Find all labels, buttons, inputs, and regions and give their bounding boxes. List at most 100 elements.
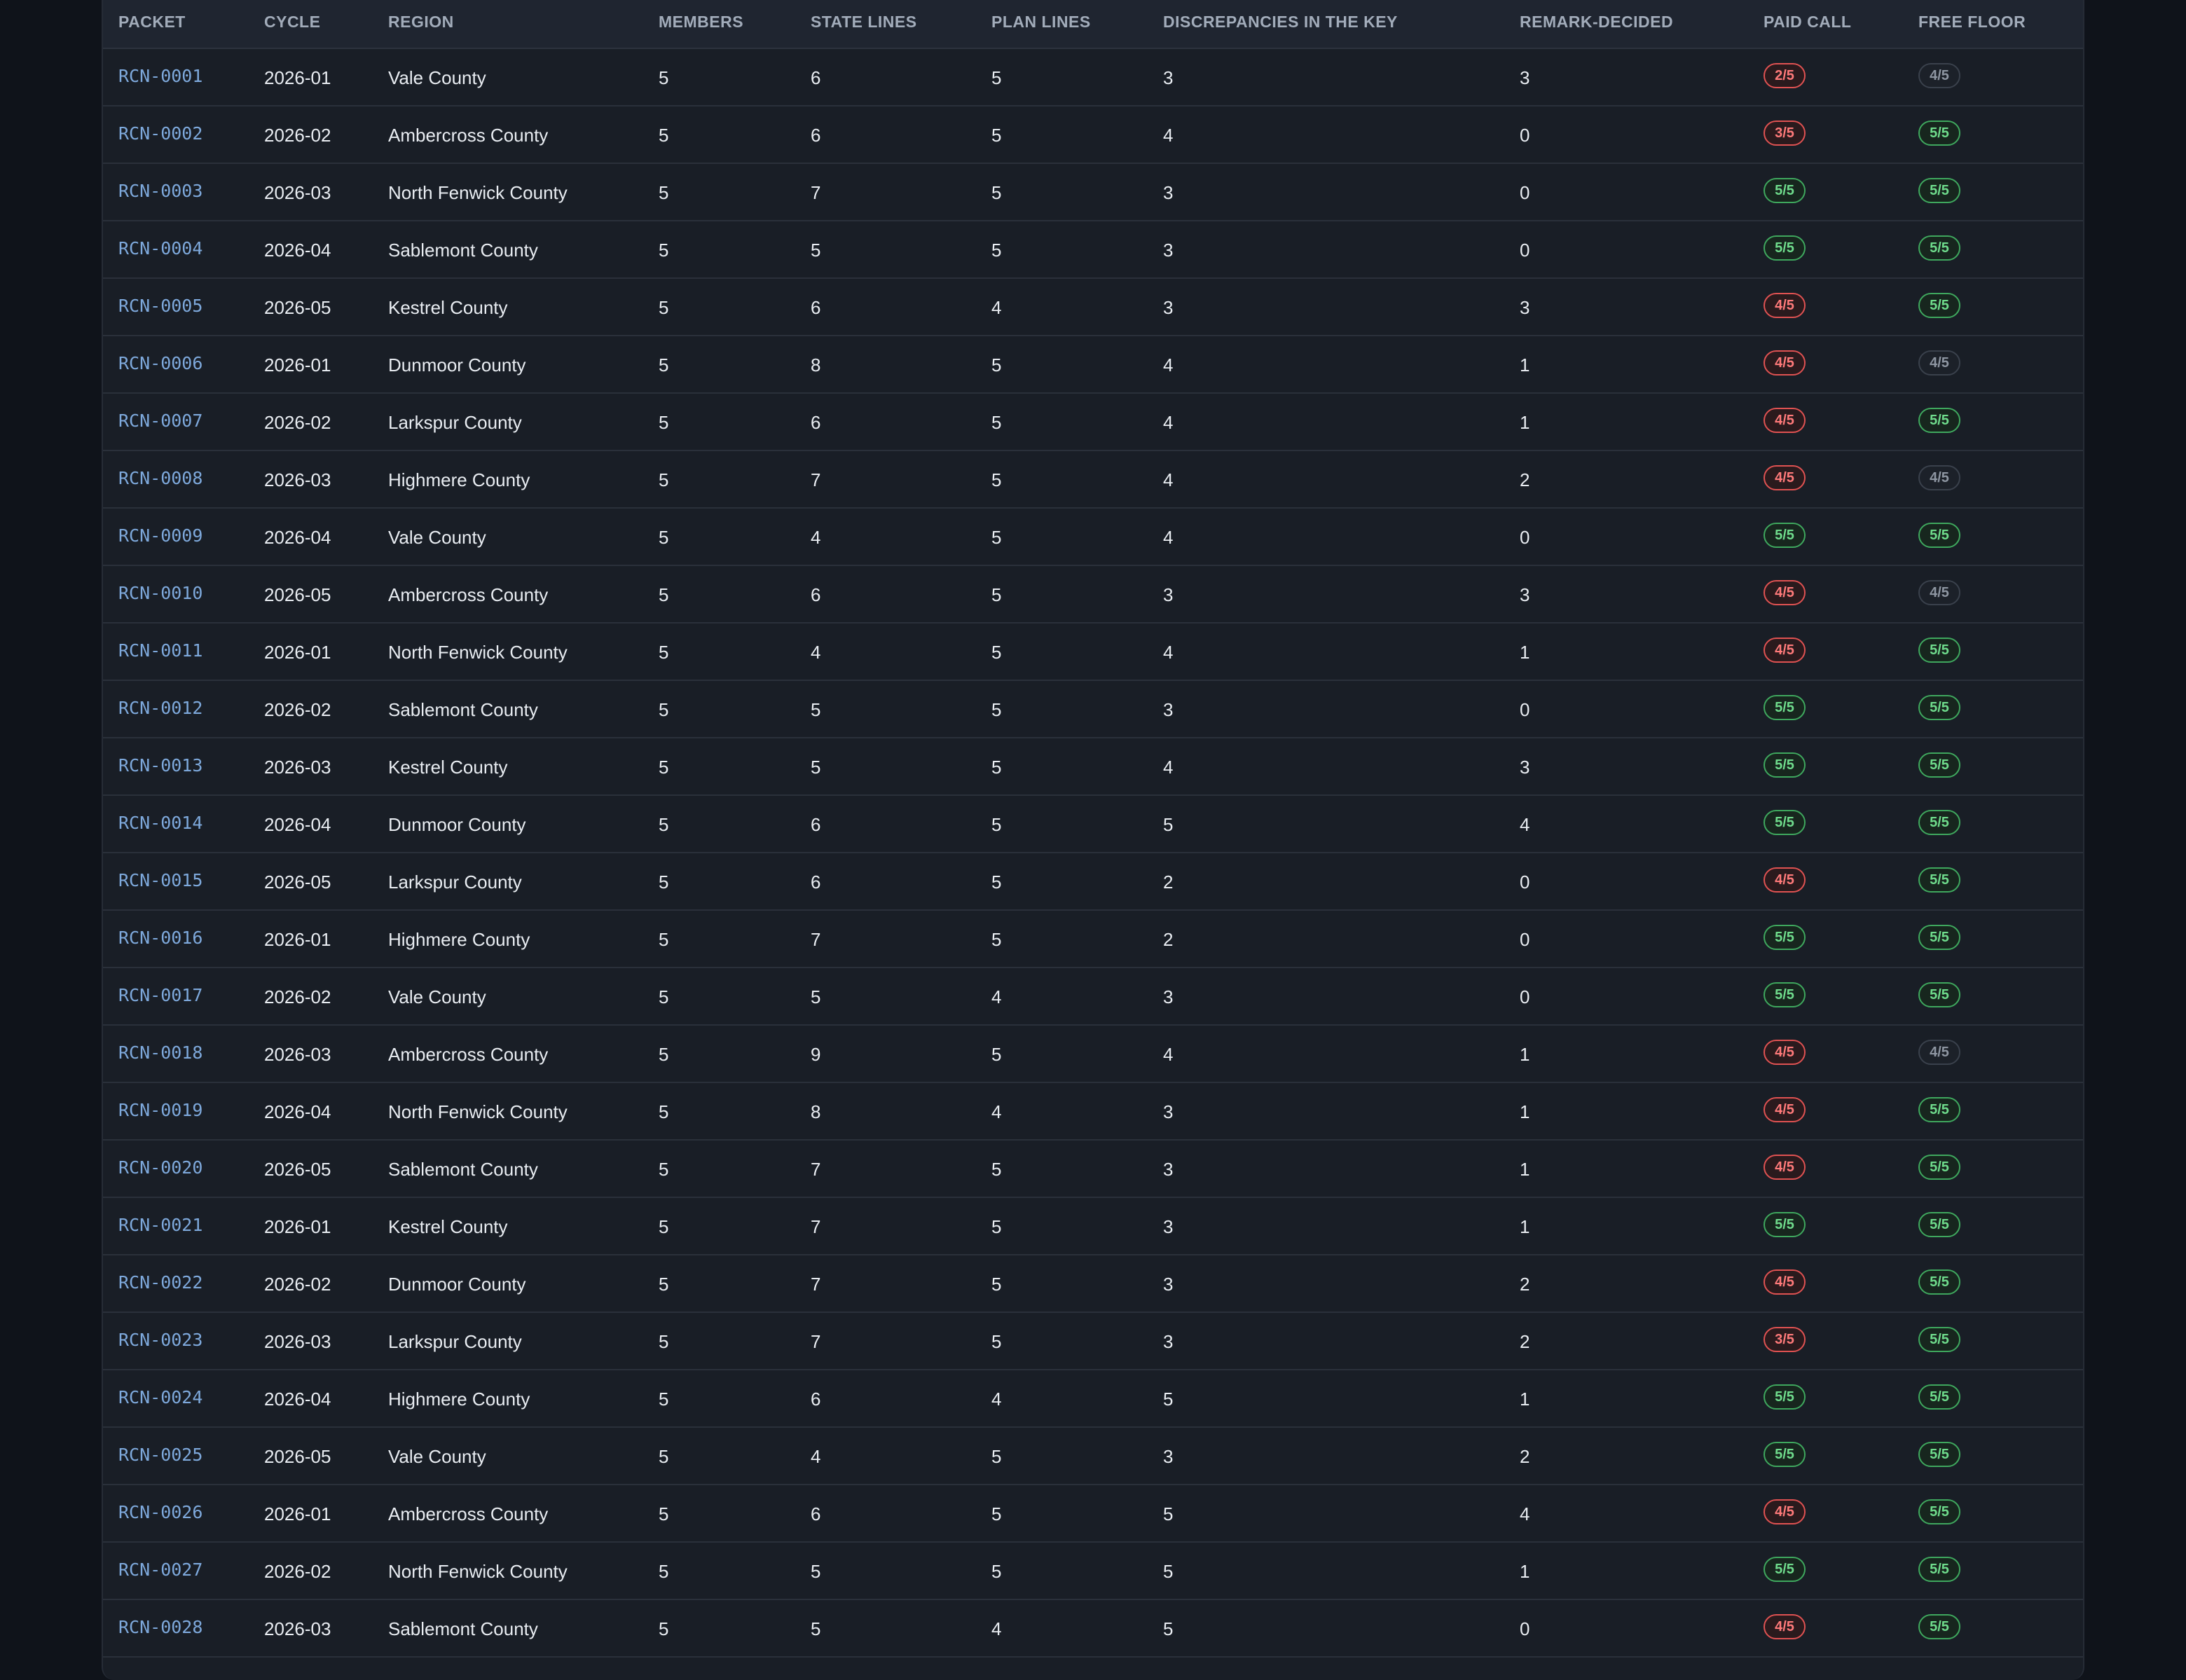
- table-row[interactable]: RCN-0009 2026-04 Vale County 5 4 5 4 0 5/5 5/5: [103, 507, 2083, 566]
- cell-plan-lines: 5: [991, 1561, 1002, 1582]
- table-row[interactable]: RCN-0019 2026-04 North Fenwick County 5 8 4 3 1…: [103, 1082, 2083, 1141]
- table-row[interactable]: RCN-0027 2026-02 North Fenwick County 5 5 5 5 1…: [103, 1541, 2083, 1600]
- table-row[interactable]: RCN-0017 2026-02 Vale County 5 5 4 3 0 5/5 5/5: [103, 967, 2083, 1026]
- packet-link[interactable]: RCN-0001: [118, 66, 202, 86]
- table-row[interactable]: RCN-0008 2026-03 Highmere County 5 7 5 4 2 4/5 4/…: [103, 450, 2083, 509]
- packet-link[interactable]: RCN-0024: [118, 1387, 202, 1407]
- cell-members: 5: [659, 1216, 669, 1237]
- table-row[interactable]: RCN-0023 2026-03 Larkspur County 5 7 5 3 2 3/5 5/…: [103, 1311, 2083, 1370]
- cell-region: North Fenwick County: [388, 642, 568, 663]
- table-row[interactable]: RCN-0001 2026-01 Vale County 5 6 5 3 3 2/5 4/5: [103, 48, 2083, 106]
- table-row[interactable]: RCN-0011 2026-01 North Fenwick County 5 4 5 4 1…: [103, 622, 2083, 681]
- table-row[interactable]: RCN-0007 2026-02 Larkspur County 5 6 5 4 1 4/5 5/…: [103, 392, 2083, 451]
- cell-state-lines: 6: [811, 297, 821, 318]
- packet-link[interactable]: RCN-0028: [118, 1617, 202, 1637]
- cell-cycle: 2026-03: [264, 1331, 331, 1352]
- table-row[interactable]: RCN-0022 2026-02 Dunmoor County 5 7 5 3 2 4/5 5/5: [103, 1254, 2083, 1313]
- packet-link[interactable]: RCN-0005: [118, 296, 202, 316]
- header-state-lines[interactable]: STATE LINES: [811, 13, 917, 32]
- table-row[interactable]: RCN-0026 2026-01 Ambercross County 5 6 5 5 4 4/5…: [103, 1484, 2083, 1543]
- cell-cycle: 2026-01: [264, 1503, 331, 1524]
- packet-link[interactable]: RCN-0015: [118, 870, 202, 890]
- packet-link[interactable]: RCN-0009: [118, 525, 202, 546]
- table-row[interactable]: RCN-0016 2026-01 Highmere County 5 7 5 2 0 5/5 5/…: [103, 909, 2083, 968]
- header-packet[interactable]: PACKET: [118, 13, 186, 32]
- table-row[interactable]: RCN-0002 2026-02 Ambercross County 5 6 5 4 0 3/5…: [103, 105, 2083, 164]
- cell-cycle: 2026-01: [264, 929, 331, 950]
- cell-remark-decided: 3: [1520, 757, 1530, 778]
- table-row[interactable]: RCN-0012 2026-02 Sablemont County 5 5 5 3 0 5/5 5…: [103, 680, 2083, 738]
- table-row[interactable]: RCN-0025 2026-05 Vale County 5 4 5 3 2 5/5 5/5: [103, 1426, 2083, 1485]
- packet-link[interactable]: RCN-0016: [118, 928, 202, 948]
- paid-call-badge: 5/5: [1764, 752, 1806, 778]
- packet-link[interactable]: RCN-0026: [118, 1502, 202, 1522]
- header-free-floor[interactable]: FREE FLOOR: [1918, 13, 2026, 32]
- header-discrepancies[interactable]: DISCREPANCIES IN THE KEY: [1163, 13, 1398, 32]
- packet-link[interactable]: RCN-0019: [118, 1100, 202, 1120]
- packet-link[interactable]: RCN-0007: [118, 411, 202, 431]
- paid-call-badge: 5/5: [1764, 1557, 1806, 1582]
- table-row[interactable]: RCN-0020 2026-05 Sablemont County 5 7 5 3 1 4/5 5…: [103, 1139, 2083, 1198]
- cell-region: Kestrel County: [388, 297, 508, 318]
- table-row[interactable]: RCN-0018 2026-03 Ambercross County 5 9 5 4 1 4/5…: [103, 1024, 2083, 1083]
- cell-cycle: 2026-04: [264, 814, 331, 835]
- table-row[interactable]: RCN-0004 2026-04 Sablemont County 5 5 5 3 0 5/5 5…: [103, 220, 2083, 279]
- packet-link[interactable]: RCN-0003: [118, 181, 202, 201]
- packet-link[interactable]: RCN-0006: [118, 353, 202, 373]
- header-remark-decided[interactable]: REMARK-DECIDED: [1520, 13, 1673, 32]
- table-row[interactable]: RCN-0024 2026-04 Highmere County 5 6 4 5 1 5/5 5/…: [103, 1369, 2083, 1428]
- table-row[interactable]: RCN-0013 2026-03 Kestrel County 5 5 5 4 3 5/5 5/5: [103, 737, 2083, 796]
- paid-call-badge: 4/5: [1764, 1269, 1806, 1295]
- packet-link[interactable]: RCN-0022: [118, 1272, 202, 1293]
- paid-call-badge: 4/5: [1764, 1499, 1806, 1524]
- cell-cycle: 2026-03: [264, 757, 331, 778]
- table-row[interactable]: RCN-0021 2026-01 Kestrel County 5 7 5 3 1 5/5 5/5: [103, 1197, 2083, 1255]
- cell-members: 5: [659, 642, 669, 663]
- table-row[interactable]: RCN-0005 2026-05 Kestrel County 5 6 4 3 3 4/5 5/5: [103, 277, 2083, 336]
- packet-link[interactable]: RCN-0025: [118, 1445, 202, 1465]
- table-row[interactable]: RCN-0006 2026-01 Dunmoor County 5 8 5 4 1 4/5 4/5: [103, 335, 2083, 394]
- cell-members: 5: [659, 125, 669, 146]
- header-paid-call[interactable]: PAID CALL: [1764, 13, 1851, 32]
- cell-region: Vale County: [388, 527, 486, 548]
- packet-link[interactable]: RCN-0002: [118, 123, 202, 144]
- packet-link[interactable]: RCN-0012: [118, 698, 202, 718]
- cell-plan-lines: 5: [991, 1331, 1002, 1352]
- free-floor-badge: 5/5: [1918, 1212, 1960, 1237]
- table-row[interactable]: RCN-0015 2026-05 Larkspur County 5 6 5 2 0 4/5 5/…: [103, 852, 2083, 911]
- cell-members: 5: [659, 527, 669, 548]
- header-region[interactable]: REGION: [388, 13, 454, 32]
- packet-link[interactable]: RCN-0023: [118, 1330, 202, 1350]
- packet-link[interactable]: RCN-0004: [118, 238, 202, 259]
- cell-cycle: 2026-04: [264, 1101, 331, 1122]
- table-row[interactable]: RCN-0010 2026-05 Ambercross County 5 6 5 3 3 4/5…: [103, 565, 2083, 624]
- packet-link[interactable]: RCN-0013: [118, 755, 202, 776]
- paid-call-badge: 3/5: [1764, 121, 1806, 146]
- cell-cycle: 2026-04: [264, 1389, 331, 1410]
- packet-link[interactable]: RCN-0020: [118, 1157, 202, 1178]
- packet-link[interactable]: RCN-0021: [118, 1215, 202, 1235]
- packet-link[interactable]: RCN-0011: [118, 640, 202, 661]
- packet-link[interactable]: RCN-0010: [118, 583, 202, 603]
- packet-link[interactable]: RCN-0027: [118, 1559, 202, 1580]
- packet-link[interactable]: RCN-0017: [118, 985, 202, 1005]
- header-plan-lines[interactable]: PLAN LINES: [991, 13, 1091, 32]
- cell-discrepancies: 4: [1163, 527, 1174, 548]
- cell-members: 5: [659, 1446, 669, 1467]
- cell-plan-lines: 5: [991, 1159, 1002, 1180]
- cell-state-lines: 5: [811, 699, 821, 720]
- header-members[interactable]: MEMBERS: [659, 13, 743, 32]
- free-floor-badge: 5/5: [1918, 523, 1960, 548]
- table-row[interactable]: RCN-0003 2026-03 North Fenwick County 5 7 5 3 0…: [103, 163, 2083, 221]
- table-row[interactable]: RCN-0014 2026-04 Dunmoor County 5 6 5 5 4 5/5 5/5: [103, 794, 2083, 853]
- header-cycle[interactable]: CYCLE: [264, 13, 320, 32]
- cell-cycle: 2026-02: [264, 699, 331, 720]
- packet-link[interactable]: RCN-0014: [118, 813, 202, 833]
- cell-remark-decided: 0: [1520, 929, 1530, 950]
- table-row[interactable]: RCN-0028 2026-03 Sablemont County 5 5 4 5 0 4/5 5…: [103, 1599, 2083, 1658]
- cell-cycle: 2026-03: [264, 469, 331, 490]
- packet-link[interactable]: RCN-0018: [118, 1042, 202, 1063]
- free-floor-badge: 5/5: [1918, 121, 1960, 146]
- packet-link[interactable]: RCN-0008: [118, 468, 202, 488]
- paid-call-badge: 4/5: [1764, 465, 1806, 490]
